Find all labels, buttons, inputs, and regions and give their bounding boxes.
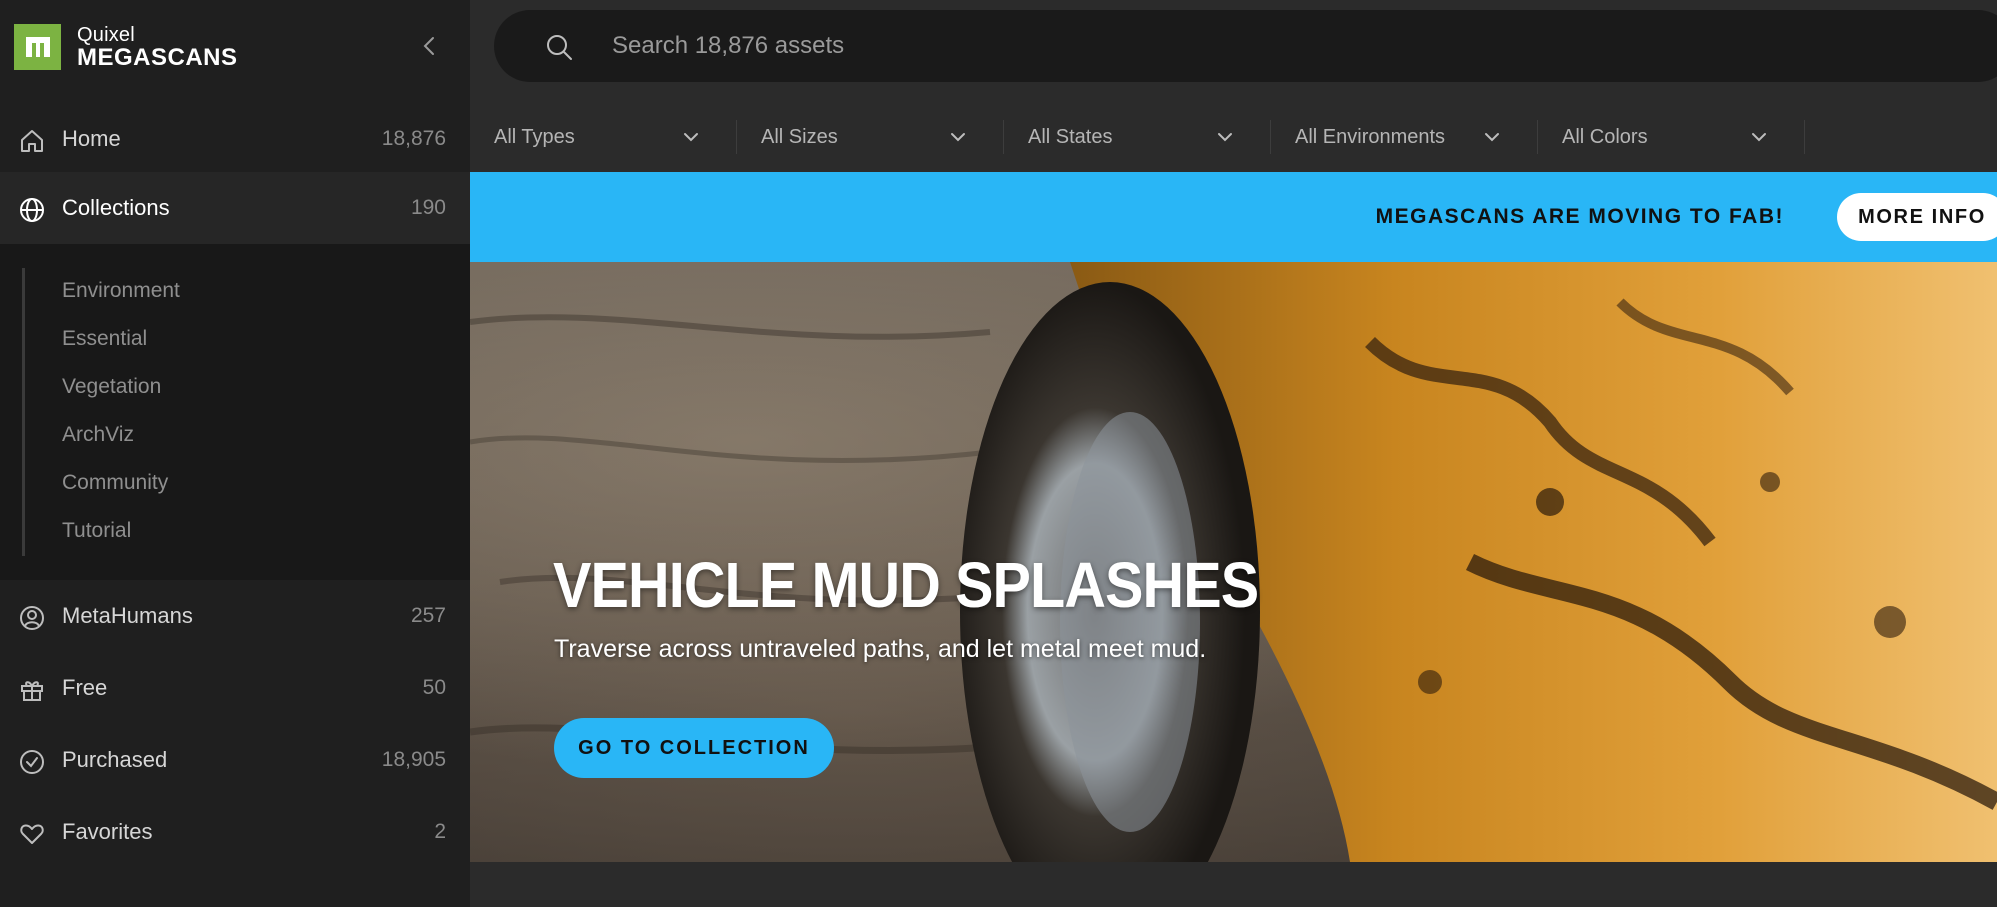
sidebar-item-label: MetaHumans (62, 603, 193, 628)
sidebar-item-count: 257 (410, 604, 446, 627)
sidebar-item-count: 50 (422, 676, 446, 699)
search-icon (547, 35, 572, 60)
main-content: All Types All Sizes All States All Envir… (470, 0, 1997, 907)
sidebar-item-metahumans[interactable]: MetaHumans 257 (0, 580, 470, 652)
submenu-item-vegetation[interactable]: Vegetation (62, 375, 161, 399)
more-info-button[interactable]: MORE INFO (1837, 193, 1997, 241)
chevron-down-icon (684, 133, 698, 142)
megascans-logo-icon (14, 24, 61, 70)
submenu-item-essential[interactable]: Essential (62, 327, 147, 351)
sidebar-item-count: 18,905 (381, 748, 446, 771)
go-to-collection-button[interactable]: GO TO COLLECTION (554, 718, 834, 778)
filter-label: All States (1028, 125, 1113, 148)
sidebar-item-label: Purchased (62, 747, 168, 772)
filter-types-dropdown[interactable]: All Types (470, 116, 737, 158)
sidebar-item-count: 2 (434, 820, 446, 843)
collections-submenu: Environment Essential Vegetation ArchViz… (0, 244, 470, 580)
sidebar-item-count: 190 (410, 196, 446, 219)
submenu-item-community[interactable]: Community (62, 471, 168, 495)
sidebar: Quixel MEGASCANS Home 18,876 Collections… (0, 0, 470, 907)
sidebar-item-purchased[interactable]: Purchased 18,905 (0, 724, 470, 796)
chevron-left-icon (423, 37, 434, 55)
filter-bar: All Types All Sizes All States All Envir… (470, 112, 1997, 162)
filter-states-dropdown[interactable]: All States (1004, 116, 1271, 158)
sidebar-item-label: Favorites (62, 819, 153, 844)
filter-label: All Types (494, 125, 575, 148)
hero-banner: VEHICLE MUD SPLASHES Traverse across unt… (470, 262, 1997, 862)
brand[interactable]: Quixel MEGASCANS (14, 24, 238, 70)
submenu-item-archviz[interactable]: ArchViz (62, 423, 134, 447)
search-input[interactable] (612, 28, 1912, 64)
filter-label: All Colors (1562, 125, 1648, 148)
chevron-down-icon (1218, 133, 1232, 142)
sidebar-item-label: Home (62, 126, 121, 151)
sidebar-item-free[interactable]: Free 50 (0, 652, 470, 724)
sidebar-item-home[interactable]: Home 18,876 (0, 103, 470, 175)
brand-name-bottom: MEGASCANS (77, 43, 238, 71)
gift-icon (21, 681, 43, 701)
filter-divider (1804, 120, 1805, 154)
sidebar-item-collections[interactable]: Collections 190 (0, 172, 470, 244)
submenu-rail (22, 268, 25, 556)
chevron-down-icon (1485, 133, 1499, 142)
filter-environments-dropdown[interactable]: All Environments (1271, 116, 1538, 158)
filter-colors-dropdown[interactable]: All Colors (1538, 116, 1805, 158)
search-bar[interactable] (494, 10, 1997, 82)
sidebar-item-favorites[interactable]: Favorites 2 (0, 796, 470, 868)
chevron-down-icon (1752, 133, 1766, 142)
submenu-item-environment[interactable]: Environment (62, 279, 180, 303)
home-icon (21, 130, 43, 152)
user-circle-icon (20, 606, 44, 630)
check-circle-icon (20, 750, 44, 774)
heart-icon (20, 824, 44, 844)
submenu-item-tutorial[interactable]: Tutorial (62, 519, 131, 543)
sidebar-item-label: Free (62, 675, 108, 700)
brand-name-top: Quixel (77, 23, 135, 46)
chevron-down-icon (951, 133, 965, 142)
hero-subtitle: Traverse across untraveled paths, and le… (554, 635, 1207, 663)
filter-label: All Sizes (761, 125, 838, 148)
fab-notice-banner: MEGASCANS ARE MOVING TO FAB! MORE INFO (470, 172, 1997, 262)
collapse-sidebar-button[interactable] (413, 30, 445, 62)
sidebar-item-label: Collections (62, 195, 170, 220)
notice-text: MEGASCANS ARE MOVING TO FAB! (1375, 205, 1784, 228)
hero-title: VEHICLE MUD SPLASHES (553, 549, 1259, 621)
globe-icon (20, 198, 44, 222)
filter-label: All Environments (1295, 125, 1446, 148)
filter-sizes-dropdown[interactable]: All Sizes (737, 116, 1004, 158)
sidebar-item-count: 18,876 (381, 127, 446, 150)
